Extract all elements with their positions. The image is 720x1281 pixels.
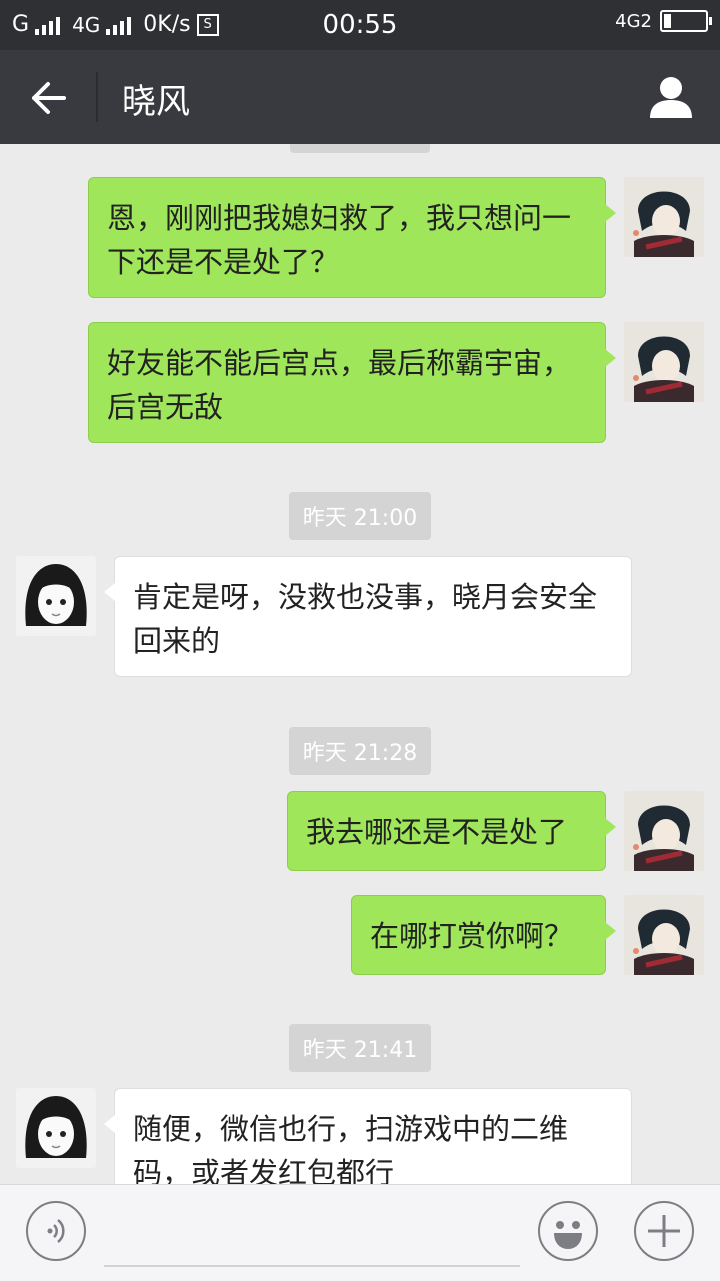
chat-header: 晓风 xyxy=(0,50,720,144)
sent-message[interactable]: 在哪打赏你啊？ xyxy=(351,895,616,975)
message-text: 我去哪还是不是处了 xyxy=(306,815,568,849)
timestamp-stub xyxy=(290,144,430,153)
message-text: 恩，刚刚把我媳妇救了，我只想问一下还是不是处了？ xyxy=(107,201,572,279)
message-text: 肯定是呀，没救也没事，晓月会安全回来的 xyxy=(133,580,598,658)
my-avatar[interactable] xyxy=(624,895,704,975)
voice-icon[interactable] xyxy=(26,1201,86,1261)
message-text: 在哪打赏你啊？ xyxy=(370,919,574,953)
my-avatar[interactable] xyxy=(624,791,704,871)
input-bar xyxy=(0,1184,720,1281)
network-type-2: 4G2 xyxy=(615,10,652,32)
timestamp: 昨天 21:41 xyxy=(0,1024,720,1072)
smiley-icon[interactable] xyxy=(538,1201,598,1261)
timestamp: 昨天 21:00 xyxy=(0,492,720,540)
plus-icon[interactable] xyxy=(634,1201,694,1261)
sent-message[interactable]: 恩，刚刚把我媳妇救了，我只想问一下还是不是处了？ xyxy=(88,177,616,298)
timestamp: 昨天 21:28 xyxy=(0,727,720,775)
sent-message[interactable]: 好友能不能后宫点，最后称霸宇宙，后宫无敌 xyxy=(88,322,616,443)
friend-avatar[interactable] xyxy=(16,1088,96,1168)
friend-avatar[interactable] xyxy=(16,556,96,636)
back-arrow-icon[interactable] xyxy=(28,78,68,118)
header-divider xyxy=(96,72,98,122)
chat-title: 晓风 xyxy=(122,82,190,122)
status-right: 4G2 xyxy=(615,10,712,32)
person-icon[interactable] xyxy=(646,72,696,122)
clock: 00:55 xyxy=(322,10,398,40)
message-text: 随便，微信也行，扫游戏中的二维码，或者发红包都行 xyxy=(133,1112,569,1190)
received-message[interactable]: 肯定是呀，没救也没事，晓月会安全回来的 xyxy=(104,556,632,677)
sent-message[interactable]: 我去哪还是不是处了 xyxy=(287,791,616,871)
status-bar: G 4G 0K/s S 00:55 4G2 xyxy=(0,0,720,50)
my-avatar[interactable] xyxy=(624,322,704,402)
battery-icon xyxy=(660,10,712,32)
message-input[interactable] xyxy=(104,1265,520,1267)
my-avatar[interactable] xyxy=(624,177,704,257)
message-text: 好友能不能后宫点，最后称霸宇宙，后宫无敌 xyxy=(107,346,572,424)
